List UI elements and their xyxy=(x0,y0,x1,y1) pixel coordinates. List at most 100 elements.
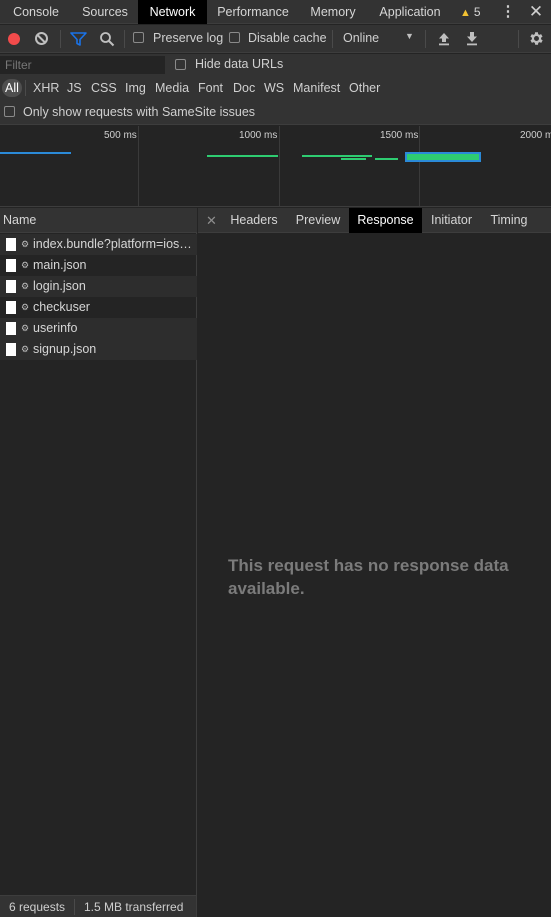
empty-response-message: This request has no response data availa… xyxy=(228,556,509,598)
overview-tick-label: 1000 ms xyxy=(239,130,278,141)
hide-data-urls-checkbox[interactable] xyxy=(175,59,186,70)
toolbar-divider xyxy=(332,30,333,48)
more-options-icon[interactable]: ⋮ xyxy=(500,0,516,24)
type-divider xyxy=(25,80,26,96)
tab-application[interactable]: Application xyxy=(367,0,453,24)
disable-cache-checkbox[interactable] xyxy=(229,32,240,43)
request-name: login.json xyxy=(33,279,86,293)
toolbar-divider xyxy=(425,30,426,48)
type-filter-doc[interactable]: Doc xyxy=(233,79,255,97)
request-count: 6 requests xyxy=(9,900,66,914)
record-icon[interactable] xyxy=(8,33,20,45)
cog-icon: ⚙ xyxy=(21,344,30,354)
request-row[interactable]: ⚙ main.json xyxy=(0,255,197,276)
filter-funnel-icon[interactable] xyxy=(70,32,87,46)
type-filter-media[interactable]: Media xyxy=(155,79,189,97)
file-icon xyxy=(6,259,16,272)
status-divider xyxy=(74,899,75,915)
overview-request-bar xyxy=(375,158,398,160)
type-filter-all[interactable]: All xyxy=(2,79,22,97)
transferred-size: 1.5 MB transferred xyxy=(84,900,184,914)
status-bar: 6 requests 1.5 MB transferred xyxy=(0,895,197,917)
file-icon xyxy=(6,280,16,293)
file-icon xyxy=(6,343,16,356)
tab-initiator[interactable]: Initiator xyxy=(423,208,480,233)
overview-gridline xyxy=(279,126,280,206)
close-devtools-icon[interactable]: ✕ xyxy=(526,0,546,24)
toolbar-divider xyxy=(518,30,519,48)
request-name: signup.json xyxy=(33,342,97,356)
request-row[interactable]: ⚙ index.bundle?platform=ios&de xyxy=(0,234,197,255)
overview-request-bar xyxy=(302,155,372,157)
request-list: Name ⚙ index.bundle?platform=ios&de ⚙ ma… xyxy=(0,208,197,895)
cog-icon: ⚙ xyxy=(21,281,30,291)
name-column-header[interactable]: Name xyxy=(0,208,197,233)
filter-bar: Hide data URLs xyxy=(0,54,551,76)
overview-request-bar xyxy=(0,152,71,154)
request-name: index.bundle?platform=ios&de xyxy=(33,237,193,251)
dropdown-arrow-icon[interactable]: ▼ xyxy=(405,31,414,41)
request-row[interactable]: ⚙ checkuser xyxy=(0,297,197,318)
type-filter-js[interactable]: JS xyxy=(67,79,82,97)
type-filter-xhr[interactable]: XHR xyxy=(33,79,59,97)
filter-input[interactable] xyxy=(0,56,165,74)
cog-icon: ⚙ xyxy=(21,239,30,249)
type-filter-ws[interactable]: WS xyxy=(264,79,284,97)
samesite-filter-bar: Only show requests with SameSite issues xyxy=(0,100,551,125)
overview-request-bar xyxy=(341,158,366,160)
overview-gridline xyxy=(138,126,139,206)
warnings-counter[interactable]: ▲ 5 xyxy=(460,0,481,24)
tab-network[interactable]: Network xyxy=(138,0,207,24)
file-icon xyxy=(6,322,16,335)
tab-timing[interactable]: Timing xyxy=(484,208,534,233)
warnings-count: 5 xyxy=(473,5,481,19)
import-har-icon[interactable] xyxy=(437,31,451,46)
overview-gridline xyxy=(419,126,420,206)
network-toolbar: Preserve log Disable cache Online ▼ xyxy=(0,25,551,53)
tab-response[interactable]: Response xyxy=(349,208,422,233)
tab-sources[interactable]: Sources xyxy=(72,0,138,24)
tab-headers[interactable]: Headers xyxy=(224,208,284,233)
cog-icon: ⚙ xyxy=(21,260,30,270)
gear-icon[interactable] xyxy=(528,30,545,47)
request-details-panel: ✕ Headers Preview Response Initiator Tim… xyxy=(198,208,551,917)
toolbar-divider xyxy=(60,30,61,48)
close-details-icon[interactable]: ✕ xyxy=(206,208,217,233)
type-filter-font[interactable]: Font xyxy=(198,79,223,97)
request-row[interactable]: ⚙ login.json xyxy=(0,276,197,297)
cog-icon: ⚙ xyxy=(21,323,30,333)
overview-request-bar xyxy=(207,155,278,157)
network-overview[interactable]: 500 ms 1000 ms 1500 ms 2000 ms xyxy=(0,126,551,207)
request-name: userinfo xyxy=(33,321,78,335)
tab-performance[interactable]: Performance xyxy=(207,0,299,24)
export-har-icon[interactable] xyxy=(465,31,479,46)
overview-tick-label: 2000 ms xyxy=(520,130,551,141)
tab-console[interactable]: Console xyxy=(0,0,72,24)
request-row[interactable]: ⚙ signup.json xyxy=(0,339,197,360)
preserve-log-checkbox[interactable] xyxy=(133,32,144,43)
overview-tick-label: 500 ms xyxy=(104,130,137,141)
warning-icon: ▲ xyxy=(460,7,471,19)
overview-tick-label: 1500 ms xyxy=(380,130,419,141)
devtools-tab-bar: Console Sources Network Performance Memo… xyxy=(0,0,551,24)
throttling-select[interactable]: Online xyxy=(343,31,379,45)
clear-icon[interactable] xyxy=(35,32,48,45)
samesite-checkbox[interactable] xyxy=(4,106,15,117)
disable-cache-label: Disable cache xyxy=(248,31,327,45)
overview-selected-request-bar xyxy=(405,152,481,162)
hide-data-urls-label: Hide data URLs xyxy=(195,57,284,71)
preserve-log-label: Preserve log xyxy=(153,31,224,45)
tab-memory[interactable]: Memory xyxy=(299,0,367,24)
resource-type-filters: All XHR JS CSS Img Media Font Doc WS Man… xyxy=(0,76,551,100)
cog-icon: ⚙ xyxy=(21,302,30,312)
samesite-label: Only show requests with SameSite issues xyxy=(23,105,256,119)
search-icon[interactable] xyxy=(99,31,115,47)
type-filter-css[interactable]: CSS xyxy=(91,79,117,97)
type-filter-other[interactable]: Other xyxy=(349,79,380,97)
file-icon xyxy=(6,301,16,314)
type-filter-img[interactable]: Img xyxy=(125,79,146,97)
type-filter-manifest[interactable]: Manifest xyxy=(293,79,340,97)
request-row[interactable]: ⚙ userinfo xyxy=(0,318,197,339)
request-name: checkuser xyxy=(33,300,90,314)
tab-preview[interactable]: Preview xyxy=(288,208,348,233)
